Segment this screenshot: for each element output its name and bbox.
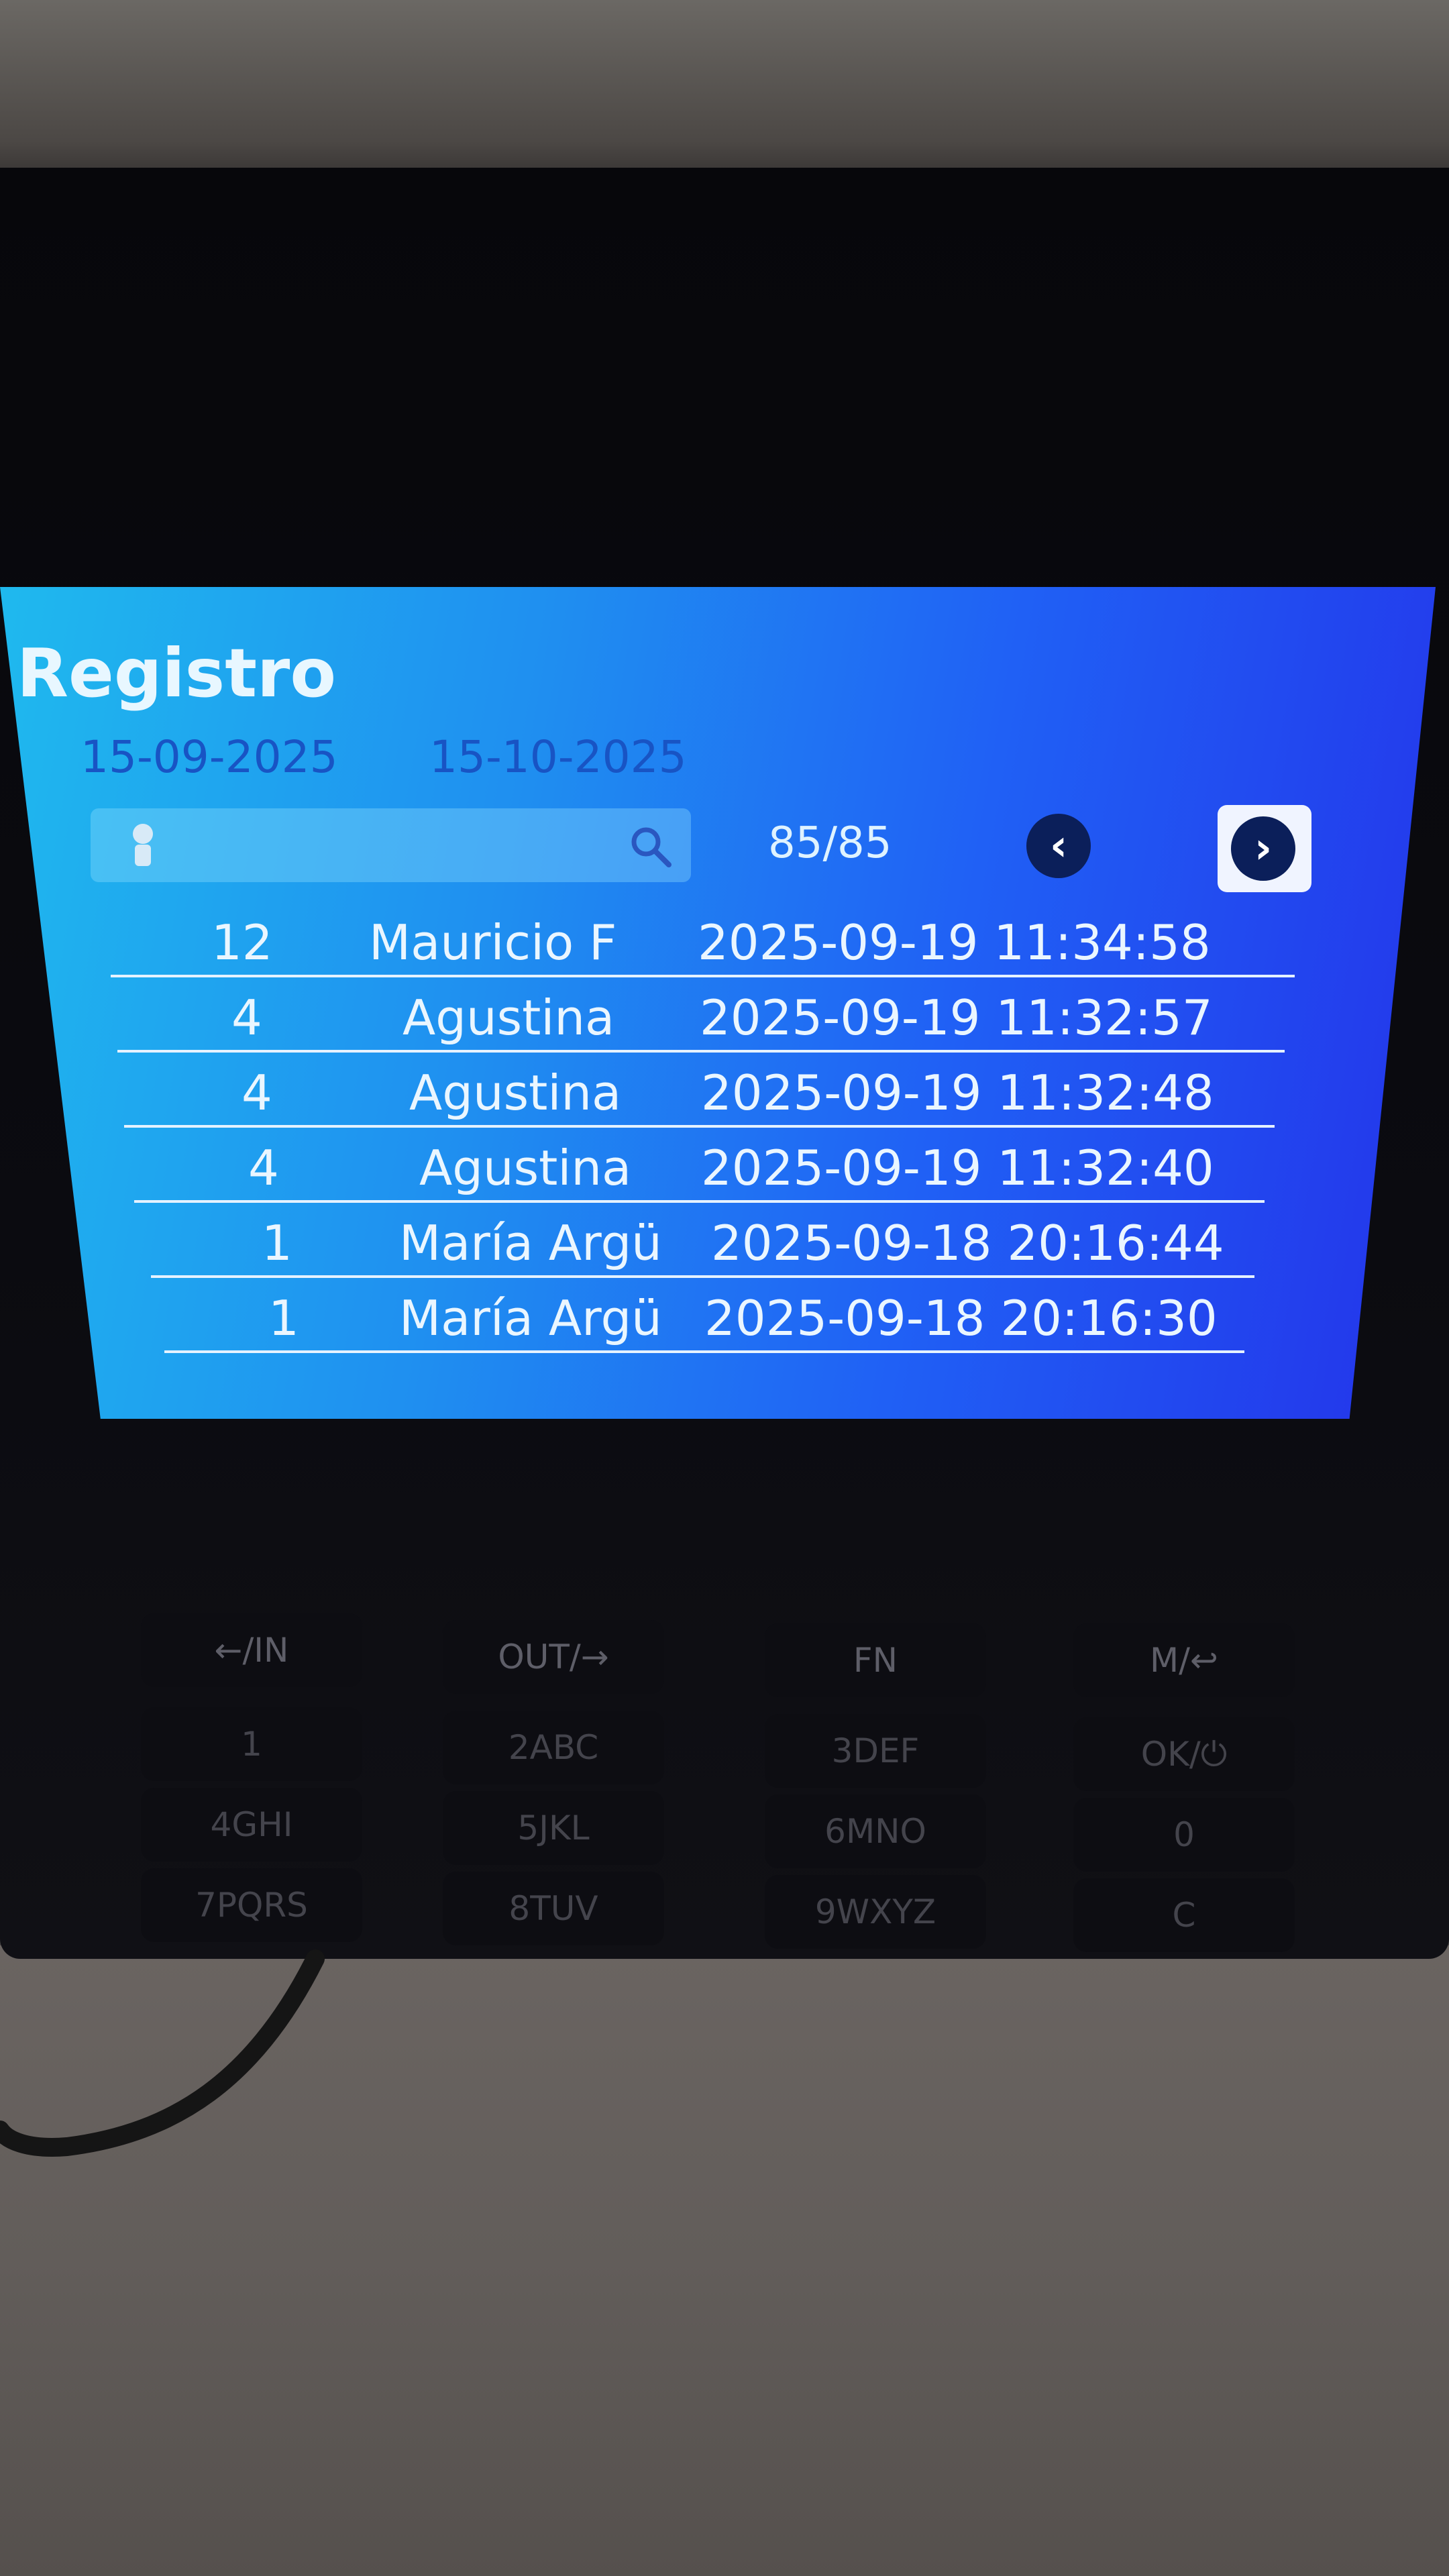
- chevron-right-icon: ›: [1254, 824, 1273, 873]
- menu-key[interactable]: M/↩: [1073, 1623, 1295, 1697]
- record-datetime: 2025-09-19 11:32:57: [700, 989, 1213, 1046]
- date-from[interactable]: 15-09-2025: [80, 731, 338, 783]
- user-icon: [133, 824, 153, 866]
- key-5[interactable]: 5JKL: [443, 1791, 664, 1865]
- chevron-left-icon: ‹: [1049, 821, 1068, 871]
- record-datetime: 2025-09-18 20:16:30: [704, 1290, 1218, 1346]
- key-0[interactable]: 0: [1073, 1798, 1295, 1872]
- key-6[interactable]: 6MNO: [765, 1794, 986, 1868]
- record-name: Agustina: [409, 1065, 622, 1121]
- record-datetime: 2025-09-19 11:34:58: [698, 914, 1211, 971]
- key-7[interactable]: 7PQRS: [141, 1868, 362, 1942]
- record-datetime: 2025-09-18 20:16:44: [711, 1215, 1224, 1271]
- record-id: 4: [248, 1140, 279, 1196]
- key-4[interactable]: 4GHI: [141, 1788, 362, 1862]
- record-name: Agustina: [402, 989, 615, 1046]
- search-icon[interactable]: [627, 823, 674, 870]
- record-name: Mauricio F: [369, 914, 617, 971]
- list-item[interactable]: 12 Mauricio F 2025-09-19 11:34:58: [111, 902, 1295, 977]
- list-item[interactable]: 4 Agustina 2025-09-19 11:32:57: [117, 977, 1285, 1053]
- key-8[interactable]: 8TUV: [443, 1872, 664, 1945]
- record-datetime: 2025-09-19 11:32:40: [701, 1140, 1214, 1196]
- clear-key[interactable]: C: [1073, 1878, 1295, 1952]
- next-page-button-frame[interactable]: ›: [1218, 805, 1311, 892]
- list-item[interactable]: 1 María Argü 2025-09-18 20:16:44: [151, 1203, 1254, 1278]
- key-1[interactable]: 1: [141, 1707, 362, 1781]
- record-name: Agustina: [419, 1140, 632, 1196]
- record-name: María Argü: [399, 1290, 662, 1346]
- next-page-button[interactable]: ›: [1231, 816, 1295, 881]
- device-screen: Registro 15-09-2025 15-10-2025 85/85 ‹ ›…: [0, 587, 1436, 1419]
- fn-key[interactable]: FN: [765, 1623, 986, 1697]
- record-datetime: 2025-09-19 11:32:48: [701, 1065, 1214, 1121]
- list-item[interactable]: 1 María Argü 2025-09-18 20:16:30: [164, 1278, 1244, 1353]
- power-cable: [0, 1949, 325, 2157]
- ok-key[interactable]: OK/⏻: [1073, 1717, 1295, 1791]
- out-key[interactable]: OUT/→: [443, 1620, 664, 1694]
- record-name: María Argü: [399, 1215, 662, 1271]
- record-id: 12: [211, 914, 273, 971]
- record-counter: 85/85: [768, 818, 892, 868]
- in-key[interactable]: ←/IN: [141, 1613, 362, 1687]
- record-id: 1: [268, 1290, 299, 1346]
- screen-title: Registro: [17, 634, 337, 712]
- key-2[interactable]: 2ABC: [443, 1711, 664, 1784]
- key-3[interactable]: 3DEF: [765, 1714, 986, 1788]
- record-id: 4: [231, 989, 262, 1046]
- record-id: 4: [241, 1065, 272, 1121]
- search-input[interactable]: [91, 808, 691, 882]
- list-item[interactable]: 4 Agustina 2025-09-19 11:32:48: [124, 1053, 1275, 1128]
- record-id: 1: [262, 1215, 292, 1271]
- list-item[interactable]: 4 Agustina 2025-09-19 11:32:40: [134, 1128, 1265, 1203]
- key-9[interactable]: 9WXYZ: [765, 1875, 986, 1949]
- date-to[interactable]: 15-10-2025: [429, 731, 687, 783]
- prev-page-button[interactable]: ‹: [1026, 814, 1091, 878]
